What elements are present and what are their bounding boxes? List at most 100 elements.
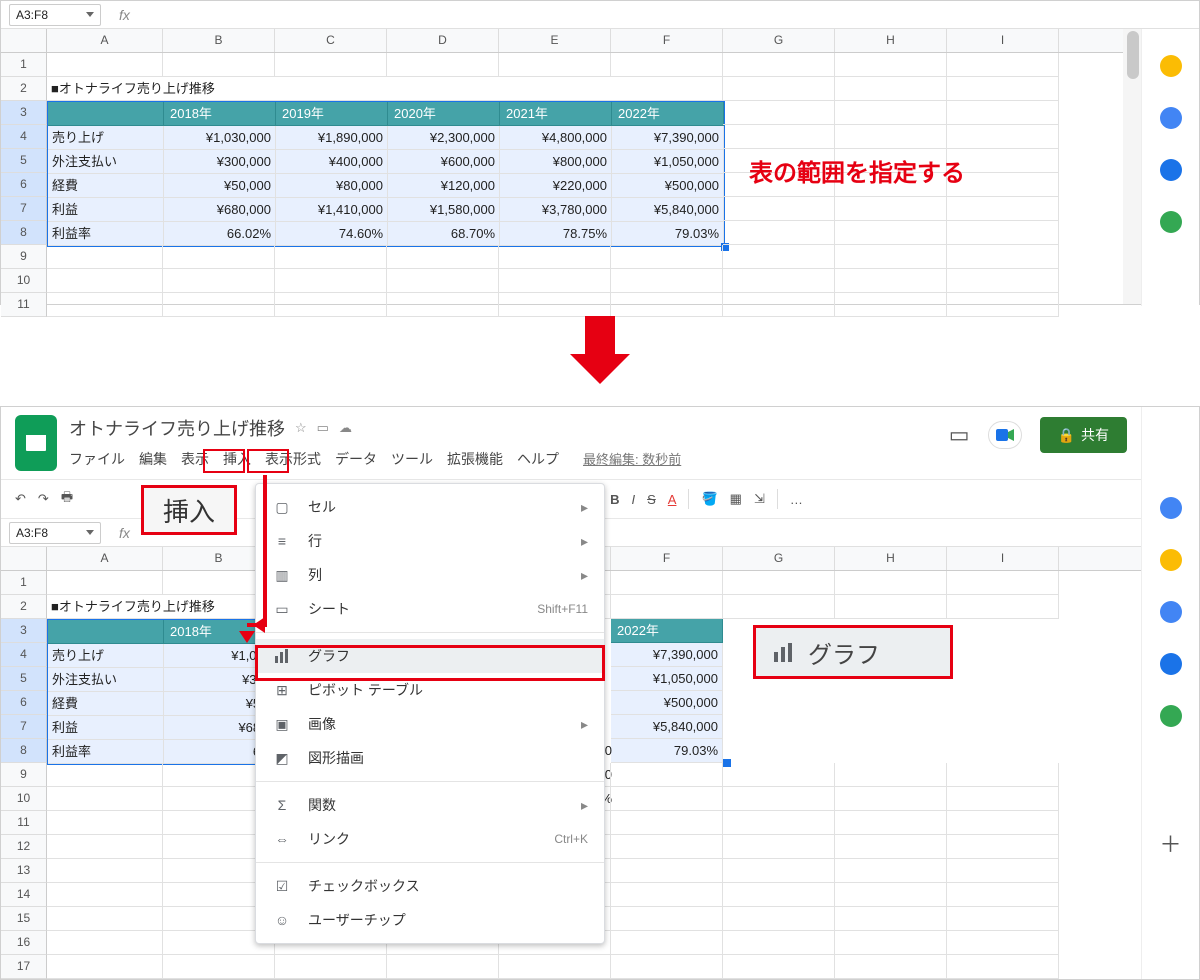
- row-header[interactable]: 2: [1, 77, 47, 101]
- row-header[interactable]: 7: [1, 197, 47, 221]
- keep-icon[interactable]: [1160, 55, 1182, 77]
- borders-icon[interactable]: ▦: [730, 491, 742, 507]
- row-header[interactable]: 5: [1, 667, 47, 691]
- maps-icon[interactable]: [1160, 705, 1182, 727]
- row-header[interactable]: 4: [1, 125, 47, 149]
- row-header[interactable]: 1: [1, 571, 47, 595]
- menu-item-link[interactable]: ⇔リンクCtrl+K: [256, 822, 604, 856]
- menu-item-row[interactable]: ≡行▸: [256, 524, 604, 558]
- name-box[interactable]: A3:F8: [9, 522, 101, 544]
- menu-data[interactable]: データ: [335, 449, 377, 469]
- row-header[interactable]: 15: [1, 907, 47, 931]
- col-header[interactable]: A: [47, 547, 163, 570]
- row-header[interactable]: 11: [1, 811, 47, 835]
- col-header[interactable]: E: [499, 29, 611, 52]
- row-header[interactable]: 9: [1, 763, 47, 787]
- tasks-icon[interactable]: [1160, 107, 1182, 129]
- contacts-icon[interactable]: [1160, 159, 1182, 181]
- menu-item-drawing[interactable]: ◩図形描画: [256, 741, 604, 775]
- fill-color-icon[interactable]: 🪣: [701, 491, 717, 507]
- select-all-corner[interactable]: [1, 547, 47, 570]
- row-header[interactable]: 4: [1, 643, 47, 667]
- menu-tools[interactable]: ツール: [391, 449, 433, 469]
- col-header[interactable]: B: [163, 29, 275, 52]
- menu-item-function[interactable]: Σ関数▸: [256, 788, 604, 822]
- menu-item-checkbox[interactable]: ☑チェックボックス: [256, 869, 604, 903]
- cloud-icon[interactable]: ☁: [339, 420, 352, 436]
- col-header[interactable]: C: [275, 29, 387, 52]
- doc-title[interactable]: オトナライフ売り上げ推移: [69, 415, 285, 441]
- sheets-logo-icon[interactable]: [15, 415, 57, 471]
- menu-edit[interactable]: 編集: [139, 449, 167, 469]
- share-button[interactable]: 🔒 共有: [1040, 417, 1127, 453]
- col-header[interactable]: G: [723, 547, 835, 570]
- row-header[interactable]: 7: [1, 715, 47, 739]
- menu-item-cell[interactable]: ▢セル▸: [256, 490, 604, 524]
- menu-item-col[interactable]: ▥列▸: [256, 558, 604, 592]
- merge-icon[interactable]: ⇲: [754, 491, 765, 507]
- row-header[interactable]: 8: [1, 221, 47, 245]
- col-header[interactable]: A: [47, 29, 163, 52]
- col-header[interactable]: F: [611, 29, 723, 52]
- fx-icon: fx: [109, 525, 140, 541]
- col-header[interactable]: F: [611, 547, 723, 570]
- bold-button[interactable]: B: [610, 492, 619, 507]
- row-header[interactable]: 11: [1, 293, 47, 317]
- row-header[interactable]: 13: [1, 859, 47, 883]
- add-icon[interactable]: ＋: [1159, 827, 1181, 859]
- calendar-icon[interactable]: [1160, 497, 1182, 519]
- row-header[interactable]: 5: [1, 149, 47, 173]
- star-icon[interactable]: ☆: [295, 420, 307, 436]
- row-header[interactable]: 1: [1, 53, 47, 77]
- row-header[interactable]: 10: [1, 269, 47, 293]
- tasks-icon[interactable]: [1160, 601, 1182, 623]
- name-box[interactable]: A3:F8: [9, 4, 101, 26]
- sigma-icon: Σ: [272, 795, 292, 815]
- col-header[interactable]: H: [835, 29, 947, 52]
- person-icon: ☺: [272, 910, 292, 930]
- row-header[interactable]: 3: [1, 619, 47, 643]
- arrow-icon: [235, 475, 275, 655]
- menu-item-image[interactable]: ▣画像▸: [256, 707, 604, 741]
- menu-item-chip[interactable]: ☺ユーザーチップ: [256, 903, 604, 937]
- move-icon[interactable]: ▭: [317, 420, 329, 436]
- meet-icon[interactable]: [988, 421, 1022, 449]
- formula-input[interactable]: [148, 4, 1191, 26]
- row-header[interactable]: 6: [1, 691, 47, 715]
- keep-icon[interactable]: [1160, 549, 1182, 571]
- col-header[interactable]: H: [835, 547, 947, 570]
- row-header[interactable]: 14: [1, 883, 47, 907]
- italic-button[interactable]: I: [631, 492, 635, 507]
- contacts-icon[interactable]: [1160, 653, 1182, 675]
- more-icon[interactable]: …: [790, 492, 803, 507]
- col-header[interactable]: I: [947, 29, 1059, 52]
- row-header[interactable]: 3: [1, 101, 47, 125]
- print-icon[interactable]: 🖶: [61, 488, 73, 510]
- col-header[interactable]: I: [947, 547, 1059, 570]
- row-header[interactable]: 17: [1, 955, 47, 979]
- menu-item-sheet[interactable]: ▭シートShift+F11: [256, 592, 604, 626]
- row-header[interactable]: 8: [1, 739, 47, 763]
- redo-icon[interactable]: ↷: [38, 491, 49, 507]
- text-color-button[interactable]: A: [668, 492, 677, 507]
- col-header[interactable]: D: [387, 29, 499, 52]
- row-header[interactable]: 16: [1, 931, 47, 955]
- undo-icon[interactable]: ↶: [15, 491, 26, 507]
- spreadsheet-grid[interactable]: A B C D E F G H I 1 2 3 4 5 6 7: [1, 29, 1199, 317]
- menu-extensions[interactable]: 拡張機能: [447, 449, 503, 469]
- row-header[interactable]: 6: [1, 173, 47, 197]
- last-edit[interactable]: 最終編集: 数秒前: [583, 449, 681, 469]
- comments-icon[interactable]: ▭: [949, 422, 970, 448]
- row-header[interactable]: 2: [1, 595, 47, 619]
- col-header[interactable]: G: [723, 29, 835, 52]
- maps-icon[interactable]: [1160, 211, 1182, 233]
- row-header[interactable]: 9: [1, 245, 47, 269]
- vertical-scrollbar[interactable]: [1123, 29, 1141, 304]
- select-all-corner[interactable]: [1, 29, 47, 52]
- menu-file[interactable]: ファイル: [69, 449, 125, 469]
- strike-button[interactable]: S: [647, 492, 656, 507]
- row-label: 売り上げ: [48, 126, 164, 150]
- menu-help[interactable]: ヘルプ: [517, 449, 559, 469]
- row-header[interactable]: 12: [1, 835, 47, 859]
- row-header[interactable]: 10: [1, 787, 47, 811]
